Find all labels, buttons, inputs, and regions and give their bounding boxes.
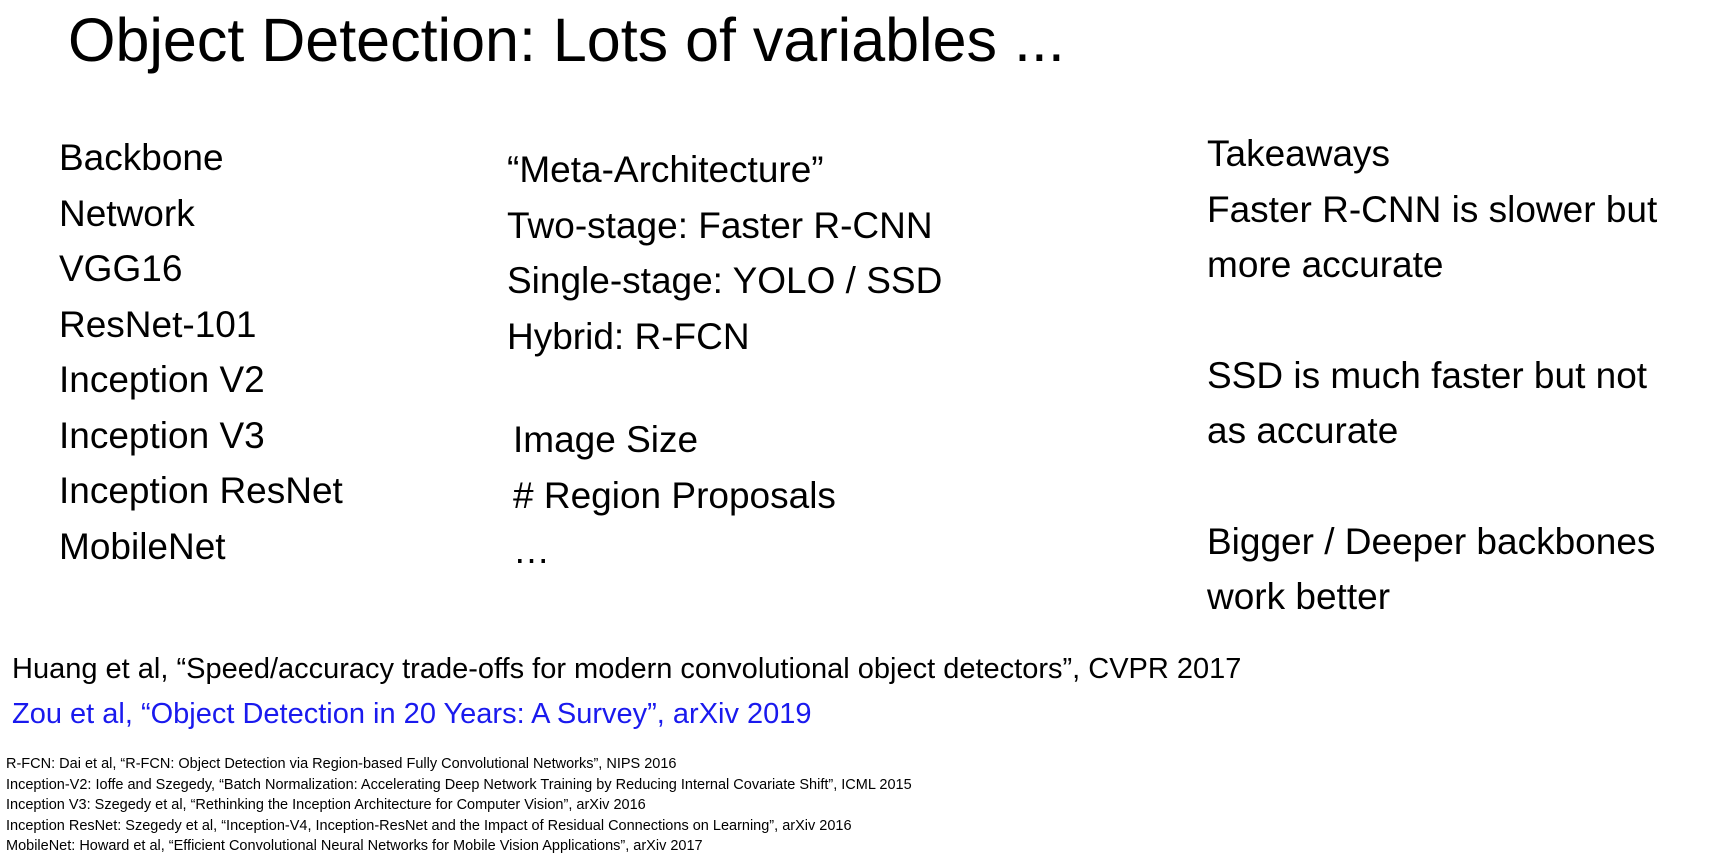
meta-architecture-heading: “Meta-Architecture”: [507, 149, 824, 190]
backbone-heading-line1: Backbone: [59, 137, 224, 178]
backbone-list: Backbone Network VGG16 ResNet-101 Incept…: [59, 130, 343, 574]
meta-architecture-list: “Meta-Architecture” Two-stage: Faster R-…: [507, 142, 942, 364]
footnote-rfcn: R-FCN: Dai et al, “R-FCN: Object Detecti…: [6, 756, 677, 772]
variable-ellipsis: …: [513, 530, 550, 571]
backbone-item-inception-v3: Inception V3: [59, 414, 265, 456]
backbone-item-inception-resnet: Inception ResNet: [59, 470, 343, 511]
takeaway-spacer: [1207, 459, 1657, 514]
takeaway-1-line1: Faster R-CNN is slower but: [1207, 188, 1658, 230]
backbone-item-vgg16: VGG16: [59, 248, 183, 289]
reference-huang: Huang et al, “Speed/accuracy trade-offs …: [12, 653, 1242, 685]
footnote-mobilenet: MobileNet: Howard et al, “Efficient Conv…: [6, 838, 703, 854]
takeaway-2-line2: as accurate: [1207, 410, 1399, 451]
slide-title: Object Detection: Lots of variables ...: [68, 6, 1065, 74]
takeaways-heading: Takeaways: [1207, 133, 1391, 174]
takeaway-3-line2: work better: [1207, 576, 1391, 617]
backbone-item-inception-v2: Inception V2: [59, 359, 265, 400]
takeaway-3-line1: Bigger / Deeper backbones: [1207, 520, 1656, 562]
footnote-references: R-FCN: Dai et al, “R-FCN: Object Detecti…: [6, 754, 912, 857]
backbone-heading-line2: Network: [59, 192, 195, 234]
variable-region-proposals: # Region Proposals: [513, 474, 836, 516]
backbone-item-resnet101: ResNet-101: [59, 303, 257, 345]
footnote-inception-v3: Inception V3: Szegedy et al, “Rethinking…: [6, 797, 646, 813]
takeaway-spacer: [1207, 293, 1657, 348]
other-variables-list: Image Size # Region Proposals …: [513, 412, 836, 579]
main-references: Huang et al, “Speed/accuracy trade-offs …: [12, 647, 1241, 737]
reference-zou-survey-link[interactable]: Zou et al, “Object Detection in 20 Years…: [12, 692, 1241, 737]
meta-item-hybrid: Hybrid: R-FCN: [507, 315, 750, 357]
footnote-inception-resnet: Inception ResNet: Szegedy et al, “Incept…: [6, 817, 852, 834]
variable-image-size: Image Size: [513, 419, 699, 460]
backbone-item-mobilenet: MobileNet: [59, 525, 226, 567]
takeaways-list: Takeaways Faster R-CNN is slower but mor…: [1207, 126, 1657, 625]
footnote-inception-v2: Inception-V2: Ioffe and Szegedy, “Batch …: [6, 776, 912, 793]
meta-item-single-stage: Single-stage: YOLO / SSD: [507, 260, 943, 301]
takeaway-2-line1: SSD is much faster but not: [1207, 354, 1648, 396]
meta-item-two-stage: Two-stage: Faster R-CNN: [507, 204, 933, 246]
takeaway-1-line2: more accurate: [1207, 244, 1444, 285]
